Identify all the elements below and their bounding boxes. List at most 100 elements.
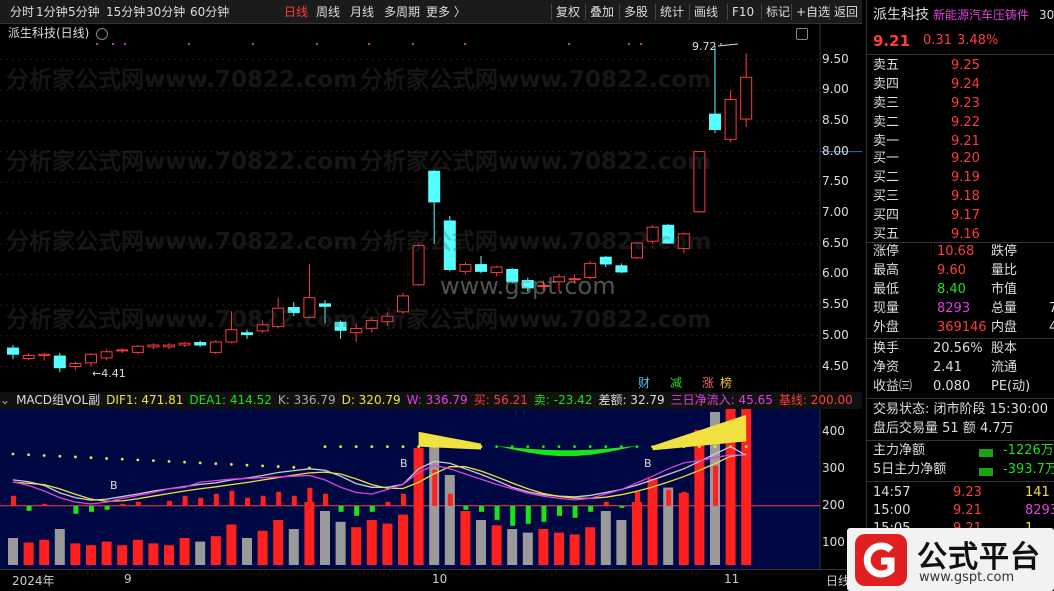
- volume-bar: [585, 527, 596, 565]
- stat-value: 8293: [937, 301, 971, 316]
- macd-bar: [213, 493, 219, 506]
- dif-dot: [370, 445, 374, 448]
- dif-dot: [542, 445, 545, 448]
- period-tab[interactable]: 1分钟: [36, 0, 68, 24]
- candle: [241, 329, 253, 339]
- tool-button[interactable]: 多股: [624, 0, 648, 24]
- period-tab[interactable]: 30分钟: [146, 0, 185, 24]
- bid-price: 9.18: [951, 189, 980, 204]
- stat-label: 净资: [873, 360, 900, 375]
- bid-label: 买二: [873, 170, 900, 185]
- tool-button[interactable]: +自选: [796, 0, 830, 24]
- tick-price: 9.23: [953, 485, 982, 500]
- event-tag[interactable]: 财: [636, 376, 652, 390]
- macd-bar: [385, 501, 391, 506]
- macd-bar: [323, 493, 328, 506]
- divider: [867, 398, 1054, 399]
- stat-label: 涨停: [873, 244, 900, 259]
- candle-body: [631, 242, 643, 259]
- volume-bar: [195, 541, 206, 565]
- indicator-value: DEA1: 414.52: [189, 393, 272, 407]
- macd-bar: [557, 505, 562, 516]
- low-label: ←4.41: [92, 367, 126, 380]
- dif-dot: [105, 457, 108, 460]
- separator: [551, 4, 552, 20]
- candle: [256, 320, 269, 333]
- volume-bar: [39, 539, 50, 565]
- volume-bar: [382, 523, 393, 565]
- tool-button[interactable]: 统计: [660, 0, 684, 24]
- candle: [22, 352, 35, 361]
- tool-button[interactable]: 叠加: [590, 0, 614, 24]
- dif-dot: [74, 455, 77, 459]
- volume-bar: [8, 538, 18, 565]
- stat-label: 收益㈢: [873, 379, 913, 394]
- period-tab[interactable]: 日线: [284, 0, 308, 24]
- candle-body: [334, 321, 347, 331]
- candle-body: [615, 265, 628, 273]
- dif-dot: [152, 459, 155, 463]
- event-dot: [188, 43, 190, 45]
- macd-bar: [198, 497, 204, 506]
- candle-body: [724, 98, 737, 140]
- period-tab[interactable]: 60分钟: [190, 0, 229, 24]
- candle: [599, 255, 612, 268]
- period-tab[interactable]: 更多 〉: [426, 0, 466, 24]
- period-tab[interactable]: 周线: [316, 0, 340, 24]
- macd-bar: [167, 500, 172, 506]
- volume-bar: [179, 538, 190, 565]
- price-tick: 5.50: [822, 297, 849, 312]
- volume-bar: [569, 534, 580, 565]
- volume-bar: [398, 514, 408, 565]
- period-tab[interactable]: 分时: [10, 0, 34, 24]
- tool-button[interactable]: F10: [732, 0, 754, 24]
- candle-body: [662, 224, 675, 244]
- candle-body: [147, 344, 160, 348]
- volume-bar: [304, 502, 315, 565]
- price-tick: 6.00: [822, 266, 849, 281]
- stat-value: 10.68: [937, 244, 975, 259]
- tool-button[interactable]: 画线: [694, 0, 718, 24]
- candlestick-chart[interactable]: 9.72 ←4.41: [0, 24, 862, 392]
- divider: [867, 440, 1054, 441]
- tool-button[interactable]: 标记: [766, 0, 790, 24]
- macd-bar: [635, 491, 640, 506]
- indicator-tick: 400: [822, 423, 845, 438]
- dif-dot: [214, 462, 218, 466]
- collapse-chevron-icon[interactable]: ⌄: [0, 393, 10, 407]
- bid-label: 买四: [873, 208, 900, 223]
- date-axis: 2024年 9 10 11 日线: [0, 569, 862, 591]
- high-label: 9.72: [692, 40, 717, 53]
- candle-body: [709, 113, 721, 130]
- period-tab[interactable]: 多周期: [384, 0, 420, 24]
- ask-label: 卖一: [873, 134, 900, 149]
- candle-body: [225, 329, 238, 343]
- candle: [646, 225, 659, 244]
- price-change-pct: 3.48%: [957, 33, 999, 48]
- dif-dot: [42, 454, 46, 457]
- event-dot: [720, 43, 722, 45]
- separator: [791, 4, 792, 20]
- macd-bar: [494, 505, 500, 520]
- candle: [740, 53, 753, 128]
- macd-bar: [447, 493, 453, 506]
- volume-bar: [210, 536, 221, 565]
- period-tab[interactable]: 5分钟: [68, 0, 100, 24]
- tool-button[interactable]: 返回: [834, 0, 858, 24]
- event-tag[interactable]: 榜: [718, 376, 734, 390]
- indicator-header: ⌄ MACD组VOL副 DIF1: 471.81 DEA1: 414.52 K: 336…: [0, 392, 862, 409]
- event-tag[interactable]: 涨: [700, 376, 716, 390]
- event-tag[interactable]: 减: [668, 376, 684, 390]
- period-tab[interactable]: 月线: [350, 0, 374, 24]
- dif-dot: [713, 445, 717, 448]
- period-tab[interactable]: 15分钟: [106, 0, 145, 24]
- indicator-name[interactable]: MACD组VOL副: [16, 393, 100, 407]
- candle: [428, 170, 441, 244]
- divider: [867, 481, 1054, 482]
- candle: [350, 323, 363, 342]
- tool-button[interactable]: 复权: [556, 0, 580, 24]
- dif-dot: [339, 445, 342, 448]
- candle: [412, 243, 425, 287]
- after-hours-volume: 盘后交易量 51 额 4.7万: [873, 421, 1014, 436]
- indicator-chart[interactable]: B B B: [0, 409, 862, 569]
